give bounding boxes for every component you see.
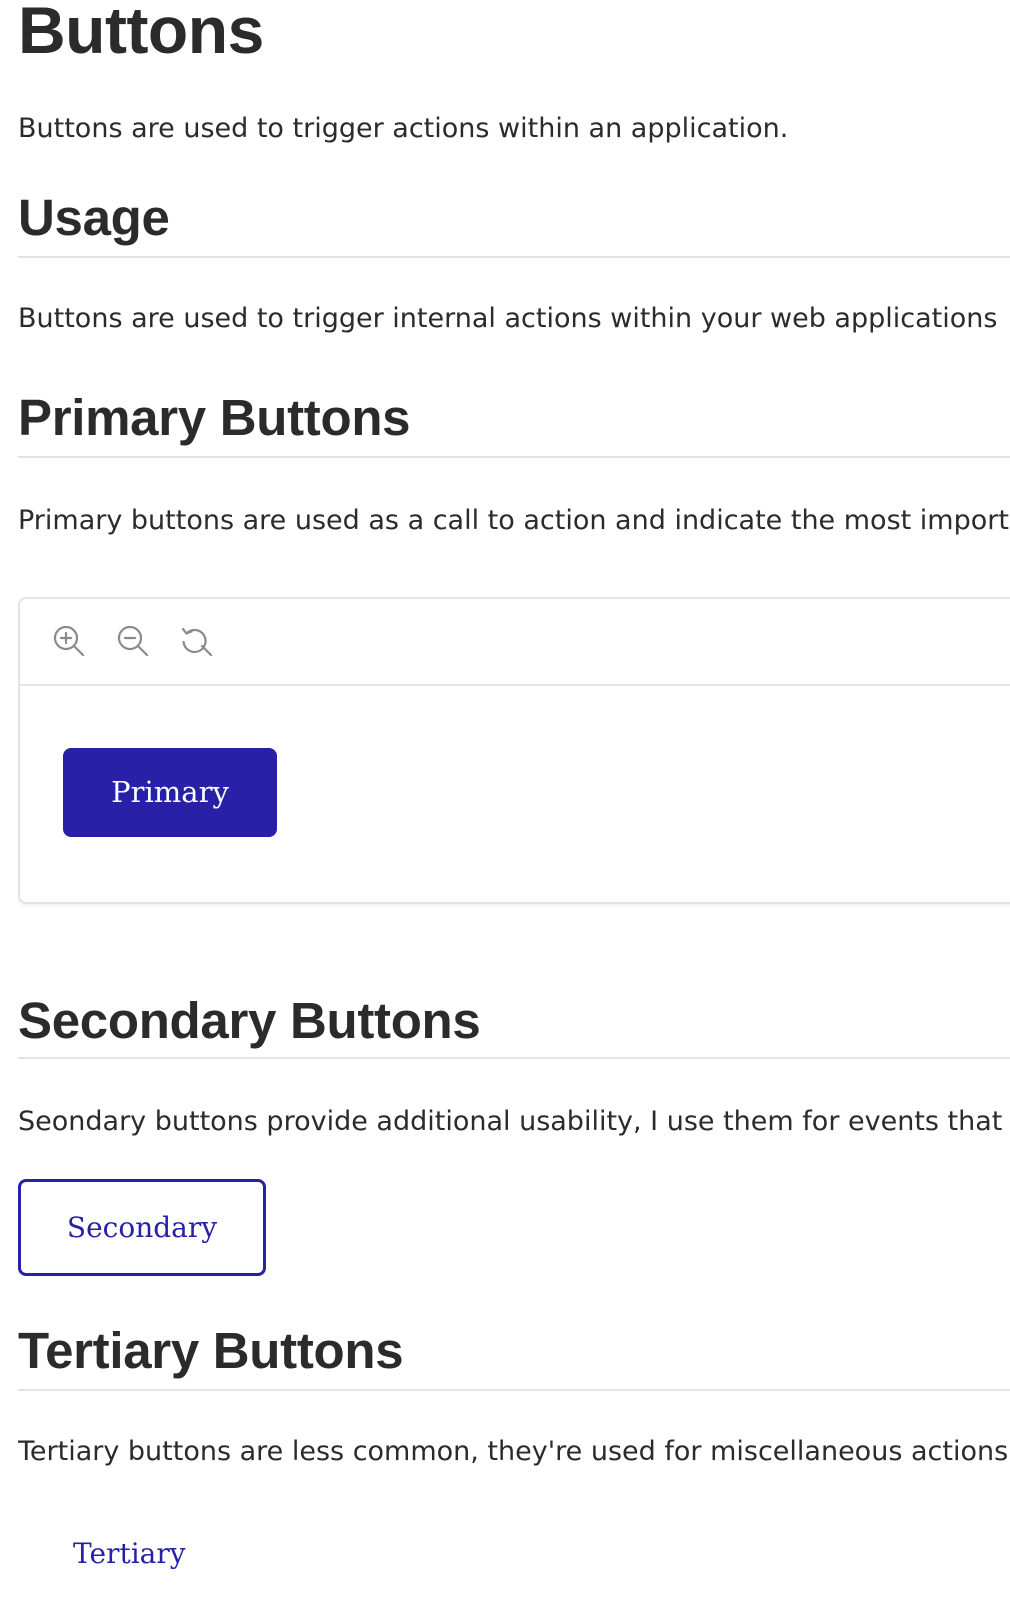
secondary-divider [18, 1057, 1010, 1059]
primary-heading: Primary Buttons [18, 389, 411, 446]
usage-text: Buttons are used to trigger internal act… [18, 303, 998, 334]
usage-divider [18, 256, 1010, 258]
tertiary-heading: Tertiary Buttons [18, 1322, 404, 1379]
tertiary-button[interactable]: Tertiary [73, 1534, 186, 1574]
primary-divider [18, 456, 1010, 458]
page-title: Buttons [18, 0, 264, 67]
demo-toolbar [20, 599, 1010, 686]
primary-button[interactable]: Primary [63, 748, 277, 837]
secondary-button[interactable]: Secondary [18, 1179, 266, 1276]
primary-demo-panel: Primary [18, 597, 1010, 904]
documentation-page: Buttons Buttons are used to trigger acti… [18, 0, 1010, 1616]
usage-heading: Usage [18, 189, 170, 246]
secondary-text: Seondary buttons provide additional usab… [18, 1106, 1003, 1137]
tertiary-divider [18, 1389, 1010, 1391]
page-intro: Buttons are used to trigger actions with… [18, 113, 789, 144]
zoom-in-icon[interactable] [51, 623, 87, 659]
zoom-out-icon[interactable] [115, 623, 151, 659]
reset-zoom-icon[interactable] [179, 623, 215, 659]
tertiary-text: Tertiary buttons are less common, they'r… [18, 1436, 1009, 1467]
secondary-heading: Secondary Buttons [18, 992, 481, 1049]
primary-text: Primary buttons are used as a call to ac… [18, 505, 1010, 536]
